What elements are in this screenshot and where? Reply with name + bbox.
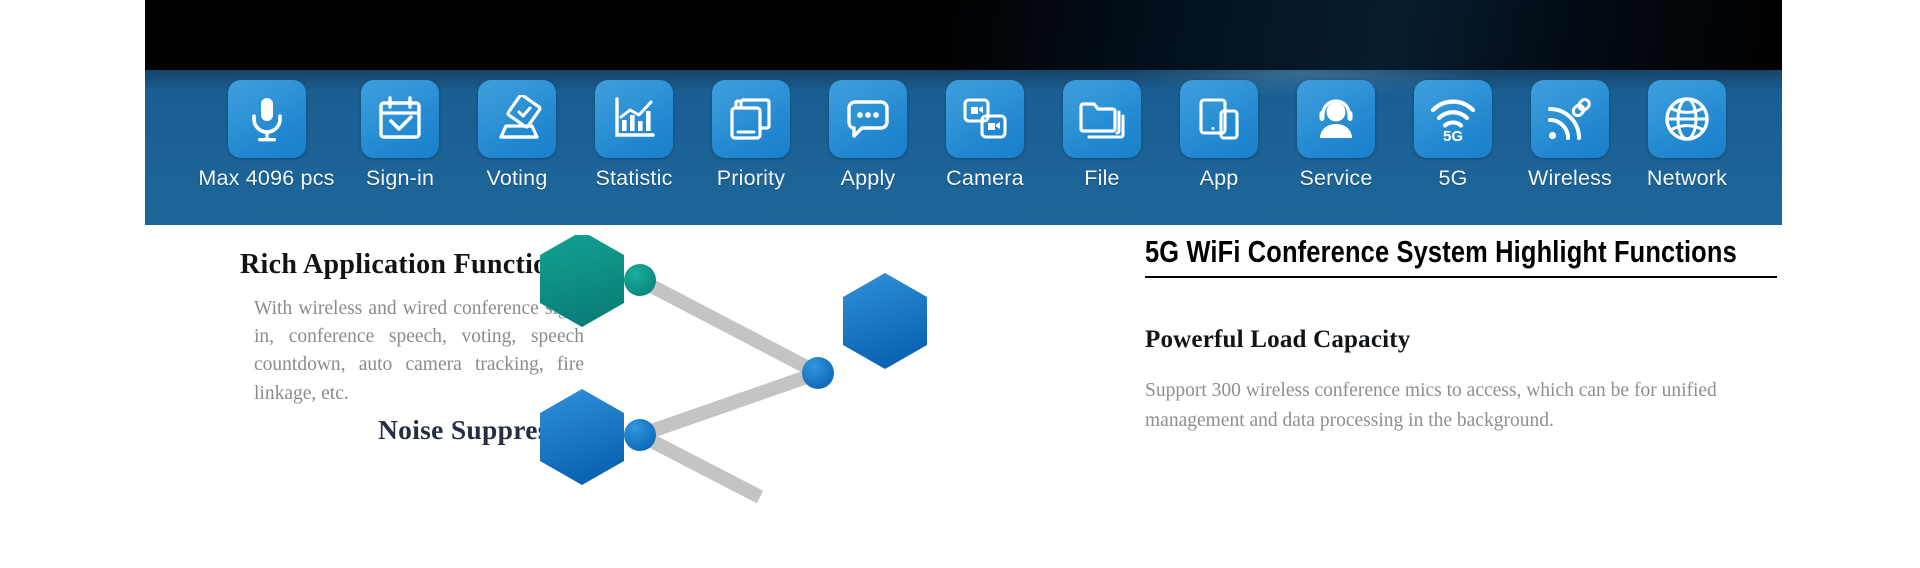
- right-feature-block: 5G WiFi Conference System Highlight Func…: [1145, 234, 1845, 436]
- folder-stack-icon: [1079, 102, 1125, 139]
- feature-tile-row: Max 4096 pcs Sign-in Voting Statistic Pr…: [145, 70, 1782, 225]
- diagram-connector-lines: [636, 273, 822, 504]
- tile-icon-box: [1648, 80, 1726, 158]
- content-area: Rich Application Functions With wireless…: [0, 225, 1920, 558]
- tile-label: Statistic: [595, 166, 673, 190]
- tile-icon-box: [1180, 80, 1258, 158]
- tile-label: Apply: [840, 166, 896, 190]
- feature-tile-5g[interactable]: 5G 5G: [1395, 70, 1512, 190]
- ballot-box-icon: [499, 95, 542, 139]
- microphone-icon: [251, 98, 282, 142]
- feature-tile-service[interactable]: Service: [1278, 70, 1395, 190]
- blue-node-dot-center: [802, 357, 834, 389]
- feature-tile-max4096[interactable]: Max 4096 pcs: [192, 70, 342, 190]
- tile-label: Voting: [486, 166, 548, 190]
- feature-tile-apply[interactable]: Apply: [810, 70, 927, 190]
- tile-icon-box: [1531, 80, 1609, 158]
- feature-tile-signin[interactable]: Sign-in: [342, 70, 459, 190]
- blue-node-dot-bottom: [624, 419, 656, 451]
- feature-tile-priority[interactable]: Priority: [693, 70, 810, 190]
- tile-label: File: [1084, 166, 1120, 190]
- tile-label: Camera: [946, 166, 1024, 190]
- tile-icon-box: [712, 80, 790, 158]
- tile-icon-box: [1063, 80, 1141, 158]
- wifi-5g-icon: 5G: [1430, 99, 1476, 143]
- feature-tile-app[interactable]: App: [1161, 70, 1278, 190]
- svg-text:5G: 5G: [1443, 128, 1463, 143]
- headset-person-icon: [1319, 99, 1353, 138]
- feature-tile-voting[interactable]: Voting: [459, 70, 576, 190]
- highlight-functions-title: 5G WiFi Conference System Highlight Func…: [1145, 234, 1737, 269]
- globe-icon: [1665, 97, 1709, 141]
- tile-icon-box: [478, 80, 556, 158]
- tile-label: Service: [1299, 166, 1373, 190]
- tile-icon-box: 5G: [1414, 80, 1492, 158]
- network-hex-diagram-main: [540, 235, 927, 504]
- load-capacity-heading: Powerful Load Capacity: [1145, 326, 1411, 354]
- blue-hexagon-bottom-shape: [540, 389, 624, 485]
- blue-hexagon-right-shape: [843, 273, 927, 369]
- stacked-cards-icon: [730, 98, 771, 140]
- feature-tile-wireless[interactable]: Wireless: [1512, 70, 1629, 190]
- tile-icon-box: [1297, 80, 1375, 158]
- title-underline: [1145, 276, 1777, 279]
- wireless-link-icon: [1548, 98, 1591, 140]
- feature-tile-camera[interactable]: Camera: [927, 70, 1044, 190]
- tile-icon-box: [361, 80, 439, 158]
- tile-icon-box: [227, 80, 306, 158]
- teal-node-dot: [624, 264, 656, 296]
- tile-icon-box: [595, 80, 673, 158]
- feature-banner: Max 4096 pcs Sign-in Voting Statistic Pr…: [145, 0, 1782, 225]
- teal-hexagon-shape: [540, 235, 624, 327]
- bar-chart-icon: [615, 97, 655, 137]
- banner-dark-strip: [145, 0, 1782, 70]
- page-root: Max 4096 pcs Sign-in Voting Statistic Pr…: [0, 0, 1920, 558]
- tile-icon-box: [829, 80, 907, 158]
- tile-label: Wireless: [1527, 166, 1613, 190]
- tile-label: Max 4096 pcs: [198, 166, 335, 190]
- tablet-phone-icon: [1199, 98, 1239, 140]
- tile-label: Network: [1646, 166, 1728, 190]
- tile-label: 5G: [1438, 166, 1468, 190]
- dual-camera-icon: [963, 98, 1007, 139]
- tile-label: Priority: [716, 166, 786, 190]
- tile-icon-box: [946, 80, 1024, 158]
- speech-bubble-icon: [847, 100, 889, 138]
- load-capacity-body: Support 300 wireless conference mics to …: [1145, 379, 1717, 431]
- calendar-check-icon: [379, 96, 421, 139]
- tile-label: App: [1199, 166, 1239, 190]
- feature-tile-statistic[interactable]: Statistic: [576, 70, 693, 190]
- feature-tile-file[interactable]: File: [1044, 70, 1161, 190]
- feature-tile-network[interactable]: Network: [1629, 70, 1746, 190]
- tile-label: Sign-in: [365, 166, 435, 190]
